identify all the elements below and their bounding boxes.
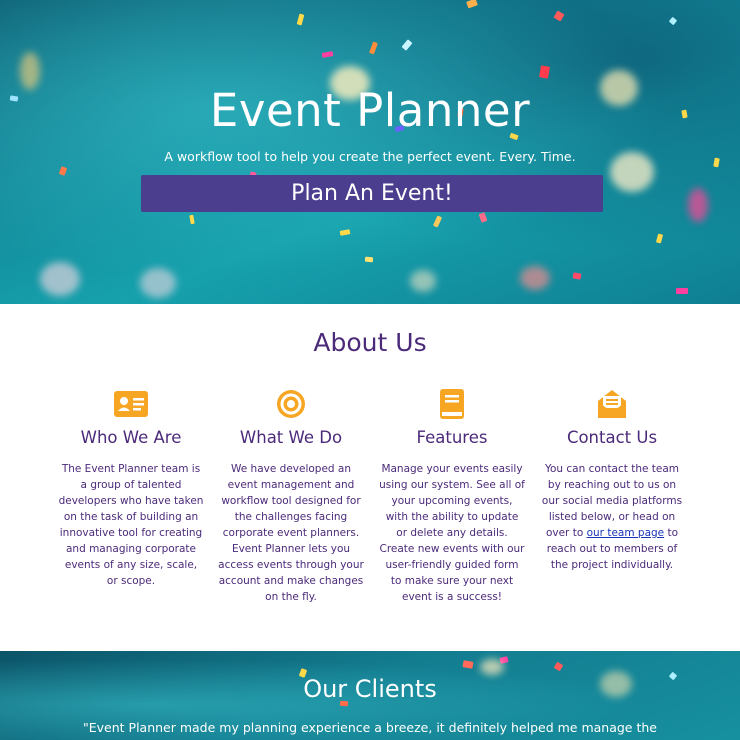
client-quote: "Event Planner made my planning experien… [83,720,657,735]
target-icon [218,388,364,420]
bokeh-light [520,266,550,290]
about-column-what: What We Do We have developed an event ma… [218,388,364,605]
team-page-link[interactable]: our team page [587,527,665,539]
confetti-decoration [432,215,443,228]
about-column-who: Who We Are The Event Planner team is a g… [58,388,204,589]
confetti-decoration [655,233,664,244]
bokeh-light [40,262,80,296]
what-we-do-heading: What We Do [239,428,343,447]
confetti-decoration [539,65,550,79]
confetti-decoration [466,0,478,9]
confetti-decoration [462,660,474,669]
confetti-decoration [668,16,678,26]
confetti-decoration [572,272,582,280]
confetti-decoration [553,661,564,672]
contact-us-text: You can contact the team by reaching out… [539,461,685,573]
plan-event-button[interactable]: Plan An Event! [141,175,603,212]
confetti-decoration [369,41,378,55]
bokeh-light [688,188,708,222]
confetti-decoration [58,166,68,176]
confetti-decoration [401,39,413,51]
features-text: Manage your events easily using our syst… [379,463,525,603]
about-column-features: Features Manage your events easily using… [379,388,525,605]
confetti-decoration [321,51,334,58]
confetti-decoration [189,214,195,225]
clients-section: Our Clients "Event Planner made my plann… [0,651,740,740]
bokeh-light [480,659,504,675]
about-title: About Us [313,328,427,357]
contact-us-heading: Contact Us [566,428,658,447]
confetti-decoration [296,13,305,26]
who-we-are-text: The Event Planner team is a group of tal… [58,463,204,587]
confetti-decoration [478,212,488,223]
about-column-contact: Contact Us You can contact the team by r… [539,388,685,573]
envelope-open-icon [539,388,685,420]
bokeh-light [410,270,436,292]
bokeh-light [140,268,176,298]
confetti-decoration [339,229,351,236]
what-we-do-text: We have developed an event management an… [218,463,364,603]
hero-subtitle: A workflow tool to help you create the p… [164,149,576,164]
hero-section: Event Planner A workflow tool to help yo… [0,0,740,304]
confetti-decoration [553,10,565,22]
confetti-decoration [364,256,374,263]
who-we-are-heading: Who We Are [80,428,182,447]
clients-title: Our Clients [303,675,437,703]
page-title: Event Planner [209,84,531,137]
features-heading: Features [416,428,488,447]
book-icon [379,388,525,420]
about-section: About Us Who We Are The Event Planner te… [0,304,740,651]
confetti-decoration [676,288,688,294]
id-card-icon [58,388,204,420]
